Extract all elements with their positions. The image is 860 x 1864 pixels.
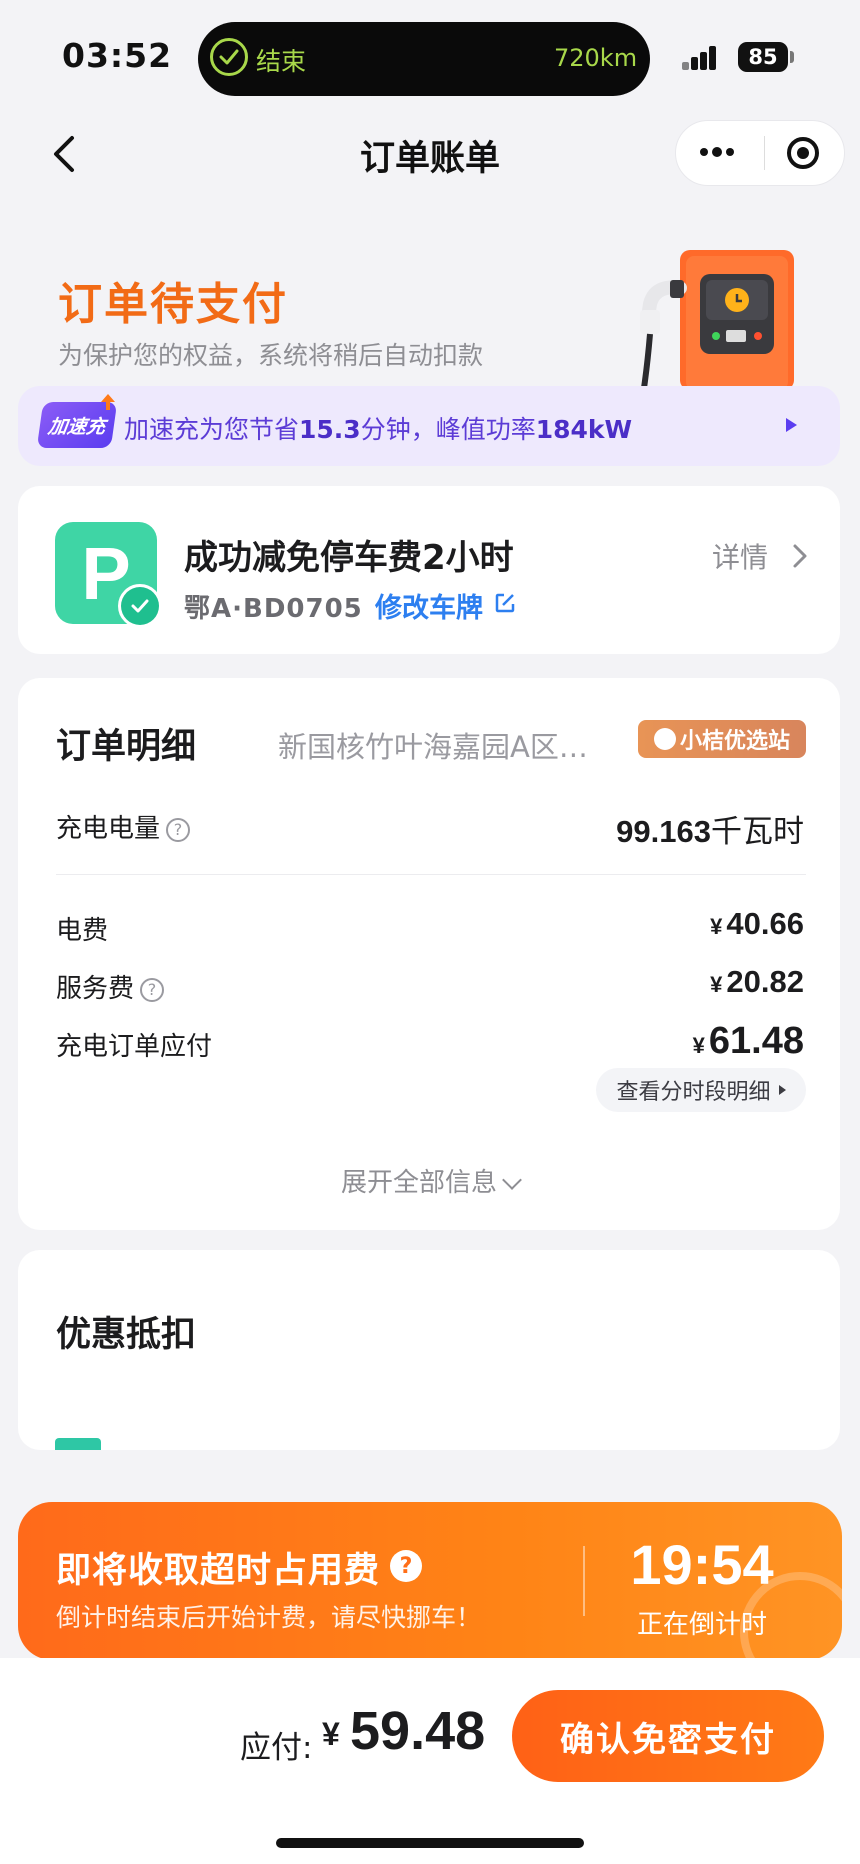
energy-label: 充电电量? <box>56 808 191 845</box>
island-range: 720km <box>554 44 638 72</box>
edit-icon[interactable] <box>494 592 516 614</box>
station-name[interactable]: 新国核竹叶海嘉园A区… <box>278 724 588 766</box>
order-status-title: 订单待支付 <box>58 279 288 330</box>
service-fee-amount: 20.82 <box>726 964 804 999</box>
help-icon[interactable]: ? <box>166 817 191 842</box>
signal-icon <box>682 46 726 70</box>
energy-unit: 千瓦时 <box>711 814 804 850</box>
overtime-title: 即将收取超时占用费 <box>56 1551 381 1591</box>
service-fee-label-text: 服务费 <box>56 974 135 1004</box>
order-detail-title: 订单明细 <box>56 727 197 767</box>
electricity-fee-value: ¥40.66 <box>710 906 804 942</box>
chevron-right-icon[interactable] <box>792 542 808 570</box>
service-fee-label: 服务费? <box>56 968 165 1005</box>
close-target-icon[interactable] <box>787 137 819 169</box>
boost-text-prefix: 加速充为您节省 <box>124 415 300 444</box>
capsule-divider <box>764 136 765 170</box>
period-detail-button[interactable]: 查看分时段明细 <box>596 1068 806 1112</box>
help-icon[interactable]: ? <box>390 1550 422 1582</box>
edit-plate-link[interactable]: 修改车牌 <box>375 586 483 625</box>
order-payable-value: ¥61.48 <box>693 1020 804 1063</box>
parking-detail-link[interactable]: 详情 <box>712 536 768 576</box>
expand-all-button[interactable]: 展开全部信息 <box>0 1162 860 1199</box>
boost-text-mid: 分钟，峰值功率 <box>360 415 536 444</box>
home-indicator[interactable] <box>276 1838 584 1848</box>
currency-symbol: ¥ <box>710 972 723 997</box>
boost-minutes: 15.3 <box>299 415 361 444</box>
parking-title: 成功减免停车费2小时 <box>184 538 514 578</box>
countdown-label: 正在倒计时 <box>636 1610 767 1640</box>
station-badge-label: 小桔优选站 <box>679 729 790 754</box>
status-time: 03:52 <box>62 36 173 75</box>
play-icon <box>778 1085 786 1095</box>
island-status-label: 结束 <box>256 47 307 76</box>
order-status-subtitle: 为保护您的权益，系统将稍后自动扣款 <box>58 341 484 370</box>
station-badge: 小桔优选站 <box>638 720 806 758</box>
electricity-fee-amount: 40.66 <box>726 906 804 941</box>
countdown-timer: 19:54 <box>630 1533 774 1596</box>
order-payable-label: 充电订单应付 <box>56 1032 213 1062</box>
check-circle-icon <box>210 38 248 76</box>
more-icon[interactable] <box>698 135 736 169</box>
orange-logo-icon <box>653 728 676 750</box>
currency-symbol: ¥ <box>692 1033 705 1058</box>
boost-text: 加速充为您节省15.3分钟，峰值功率184kW <box>124 410 632 446</box>
payable-label: 应付: <box>240 1730 313 1766</box>
currency-symbol: ¥ <box>710 914 723 939</box>
boost-power: 184kW <box>535 415 633 444</box>
charger-illustration-icon <box>628 248 798 390</box>
chevron-down-icon <box>502 1170 522 1190</box>
confirm-pay-button[interactable]: 确认免密支付 <box>512 1690 824 1782</box>
service-fee-value: ¥20.82 <box>710 964 804 1000</box>
electricity-fee-label: 电费 <box>56 916 109 946</box>
help-icon[interactable]: ? <box>140 977 165 1002</box>
period-detail-label: 查看分时段明细 <box>616 1080 771 1105</box>
energy-number: 99.163 <box>616 814 711 849</box>
check-badge-icon <box>118 584 162 628</box>
overtime-divider <box>583 1546 585 1616</box>
expand-label: 展开全部信息 <box>340 1168 497 1198</box>
order-payable-amount: 61.48 <box>708 1020 804 1062</box>
payable-amount: 59.48 <box>350 1701 486 1761</box>
battery-nub <box>790 51 794 63</box>
battery-icon: 85 <box>738 42 788 72</box>
license-plate: 鄂A·BD0705 <box>184 594 363 624</box>
currency-symbol: ¥ <box>322 1716 340 1752</box>
divider <box>56 874 806 875</box>
boost-arrow-icon <box>98 392 118 412</box>
coupon-icon <box>55 1438 101 1450</box>
energy-value: 99.163千瓦时 <box>616 806 804 851</box>
overtime-subtitle: 倒计时结束后开始计费，请尽快挪车！ <box>56 1603 482 1632</box>
play-icon <box>786 418 797 432</box>
energy-label-text: 充电电量 <box>56 814 161 844</box>
discount-title: 优惠抵扣 <box>56 1315 197 1355</box>
